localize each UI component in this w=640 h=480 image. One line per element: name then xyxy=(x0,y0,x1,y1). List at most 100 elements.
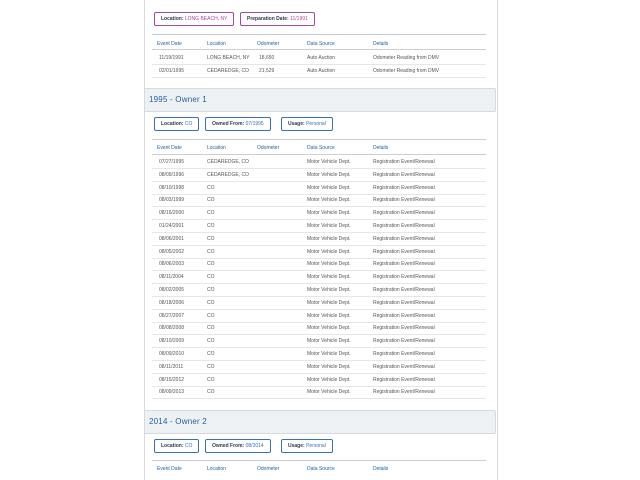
pill-label: Location: xyxy=(161,121,184,127)
location-pill[interactable]: Location: LONG BEACH, NY xyxy=(154,12,235,26)
table-cell: Motor Vehicle Dept. xyxy=(307,338,351,345)
table-cell: CO xyxy=(207,338,215,345)
table-cell: Motor Vehicle Dept. xyxy=(307,248,351,255)
table-cell: Registration Event/Renewal xyxy=(373,184,435,191)
column-header[interactable]: Data Source xyxy=(307,466,335,472)
location-pill[interactable]: Location: CO xyxy=(154,439,200,453)
pill-value: 11/1991 xyxy=(290,16,308,22)
column-header[interactable]: Event Date xyxy=(157,41,182,47)
table-cell: CO xyxy=(207,389,215,396)
table-cell: 08/09/1996 xyxy=(159,171,185,178)
table-cell: CO xyxy=(207,325,215,332)
usage-pill[interactable]: Usage: Personal xyxy=(281,117,333,131)
usage-pill[interactable]: Usage: Personal xyxy=(281,439,333,453)
table-cell: Motor Vehicle Dept. xyxy=(307,223,351,229)
pill-value: 07/1995 xyxy=(245,121,264,127)
divider xyxy=(152,34,486,35)
table-cell: CO xyxy=(207,223,215,229)
row-divider xyxy=(152,385,486,387)
table-cell: Registration Event/Renewal xyxy=(373,363,435,370)
pill-label: Location: xyxy=(161,16,184,22)
table-cell: CO xyxy=(207,312,215,319)
table-cell: CO xyxy=(207,274,215,281)
table-cell: LONG BEACH, NY xyxy=(207,55,250,61)
table-cell: 08/09/2010 xyxy=(159,351,185,357)
column-header[interactable]: Odometer xyxy=(257,466,279,472)
owned-from-pill[interactable]: Owned From: 08/2014 xyxy=(205,439,271,453)
owned-from-pill[interactable]: Owned From: 07/1995 xyxy=(205,117,271,131)
table-cell: CO xyxy=(207,184,215,191)
row-divider xyxy=(152,270,486,272)
table-cell: Registration Event/Renewal xyxy=(373,351,435,357)
table-cell: Motor Vehicle Dept. xyxy=(307,197,351,204)
column-header[interactable]: Details xyxy=(373,466,388,472)
table-cell: CO xyxy=(207,197,215,204)
pill-label: Owned From: xyxy=(212,443,245,449)
table-cell: CEDAREDGE, CO xyxy=(207,159,249,165)
table-cell: 07/27/1995 xyxy=(159,159,185,165)
row-divider xyxy=(152,334,486,336)
column-header[interactable]: Data Source xyxy=(307,145,335,151)
table-cell: Motor Vehicle Dept. xyxy=(307,287,351,293)
column-header[interactable]: Details xyxy=(373,145,388,151)
pill-value: Personal xyxy=(306,443,326,449)
column-header[interactable]: Location xyxy=(207,41,226,47)
column-header[interactable]: Odometer xyxy=(257,41,279,47)
pill-label: Owned From: xyxy=(212,121,245,127)
table-cell: 08/06/2003 xyxy=(159,261,185,268)
pill-label: Usage: xyxy=(288,121,305,127)
table-cell: 21,529 xyxy=(259,68,275,74)
table-cell: Odometer Reading from DMV xyxy=(373,68,440,74)
table-cell: 08/06/2001 xyxy=(159,235,185,242)
pill-value: CO xyxy=(184,121,193,127)
column-header[interactable]: Odometer xyxy=(257,145,279,151)
table-cell: Motor Vehicle Dept. xyxy=(307,171,351,178)
pill-value: LONG BEACH, NY xyxy=(184,16,228,22)
owner-title: 1995 - Owner 1 xyxy=(149,95,207,104)
table-cell: 18,650 xyxy=(259,55,275,61)
table-cell: Auto Auction xyxy=(307,68,336,74)
table-cell: Registration Event/Renewal xyxy=(373,210,435,217)
row-divider xyxy=(152,347,486,349)
table-cell: CO xyxy=(207,376,215,383)
table-cell: 08/18/2006 xyxy=(159,299,185,306)
table-cell: Motor Vehicle Dept. xyxy=(307,159,351,165)
table-cell: Motor Vehicle Dept. xyxy=(307,299,351,306)
table-cell: CEDAREDGE, CO xyxy=(207,171,249,178)
row-divider xyxy=(152,219,486,221)
table-cell: 08/11/2011 xyxy=(159,363,184,370)
divider xyxy=(152,154,486,155)
row-divider xyxy=(152,398,486,400)
table-cell: Registration Event/Renewal xyxy=(373,235,435,242)
table-cell: Registration Event/Renewal xyxy=(373,159,435,165)
table-cell: Motor Vehicle Dept. xyxy=(307,261,351,268)
column-header[interactable]: Event Date xyxy=(157,466,182,472)
location-pill[interactable]: Location: CO xyxy=(154,117,200,131)
table-cell: CO xyxy=(207,261,215,268)
table-cell: 08/09/2013 xyxy=(159,389,185,396)
table-cell: Auto Auction xyxy=(307,55,336,61)
divider xyxy=(152,460,486,461)
preparation-date-pill[interactable]: Preparation Date: 11/1991 xyxy=(240,12,315,26)
table-cell: Registration Event/Renewal xyxy=(373,287,435,293)
column-header[interactable]: Details xyxy=(373,41,388,47)
owner-2-header[interactable]: 2014 - Owner 2 xyxy=(144,410,496,434)
table-cell: Registration Event/Renewal xyxy=(373,261,435,268)
row-divider xyxy=(152,283,486,285)
table-cell: 08/08/2008 xyxy=(159,325,185,332)
owner-1-header[interactable]: 1995 - Owner 1 xyxy=(144,88,496,112)
divider xyxy=(152,49,486,50)
table-cell: CO xyxy=(207,299,215,306)
row-divider xyxy=(152,244,486,246)
table-cell: Registration Event/Renewal xyxy=(373,376,435,383)
table-cell: 08/27/2007 xyxy=(159,312,185,319)
table-cell: Registration Event/Renewal xyxy=(373,223,435,229)
table-cell: Motor Vehicle Dept. xyxy=(307,389,351,396)
column-header[interactable]: Data Source xyxy=(307,41,335,47)
column-header[interactable]: Location xyxy=(207,466,226,472)
column-header[interactable]: Location xyxy=(207,145,226,151)
table-cell: Registration Event/Renewal xyxy=(373,299,435,306)
table-cell: CO xyxy=(207,235,215,242)
column-header[interactable]: Event Date xyxy=(157,145,182,151)
table-cell: CO xyxy=(207,363,215,370)
